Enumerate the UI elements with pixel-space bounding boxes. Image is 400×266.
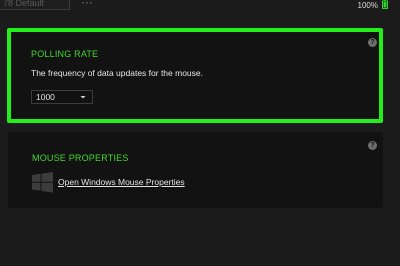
mouse-performance-screen: 78 Default ··· 100% POLLING RATE The fre…: [0, 0, 400, 266]
profile-select[interactable]: 78 Default: [0, 0, 70, 10]
help-icon[interactable]: ?: [368, 141, 377, 150]
mouse-properties-panel: MOUSE PROPERTIES Open Windows Mouse Prop…: [8, 132, 383, 208]
windows-logo-icon: [32, 172, 53, 193]
polling-rate-value: 1000: [36, 92, 55, 102]
chevron-down-icon: [80, 96, 86, 99]
polling-rate-description: The frequency of data updates for the mo…: [31, 68, 203, 78]
battery-charging-icon: [382, 0, 388, 9]
more-horizontal-icon[interactable]: ···: [81, 0, 93, 8]
polling-rate-title: POLLING RATE: [31, 49, 99, 59]
polling-rate-dropdown[interactable]: 1000: [31, 90, 93, 104]
mouse-properties-title: MOUSE PROPERTIES: [32, 153, 129, 163]
open-windows-mouse-properties-link[interactable]: Open Windows Mouse Properties: [58, 177, 185, 188]
top-bar: 78 Default ··· 100%: [0, 0, 400, 16]
battery-percentage: 100%: [357, 1, 378, 10]
help-icon[interactable]: ?: [368, 38, 377, 47]
polling-rate-panel: POLLING RATE The frequency of data updat…: [7, 28, 383, 123]
